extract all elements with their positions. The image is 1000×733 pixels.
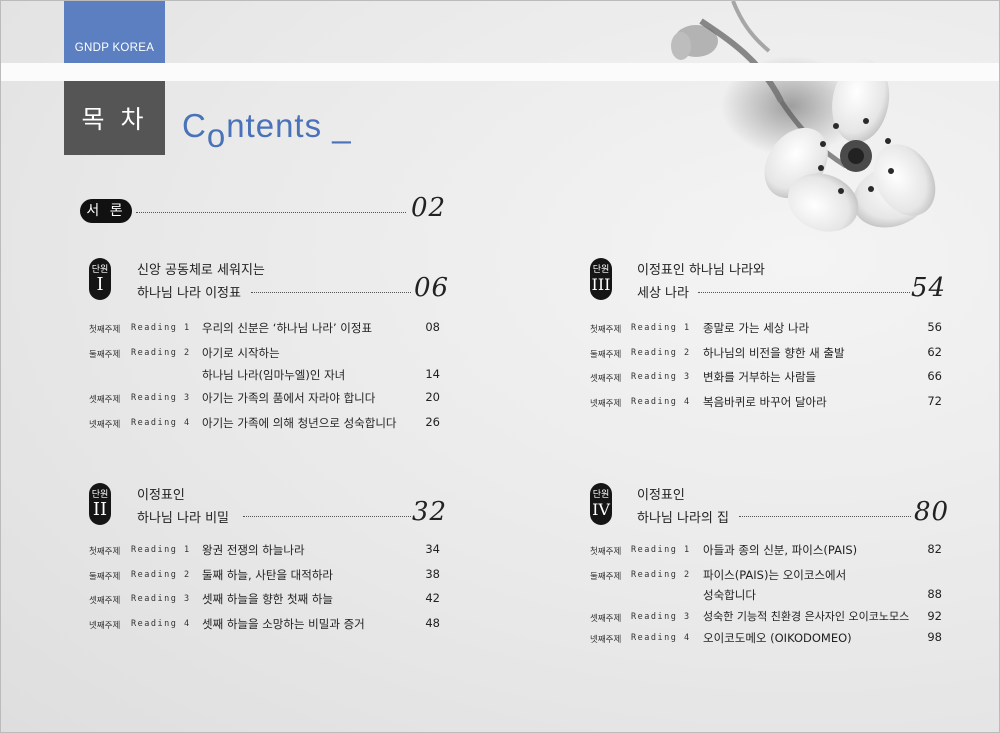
week-label: 둘째주제 — [89, 350, 121, 360]
week-label: 넷째주제 — [89, 420, 121, 430]
cherry-blossom-image — [671, 1, 936, 232]
topic-page: 82 — [927, 542, 942, 556]
topic-page: 66 — [927, 369, 942, 383]
topic-page: 98 — [927, 630, 942, 644]
topic-title: 셋째 하늘을 소망하는 비밀과 증거 — [202, 617, 365, 631]
unit-page-number: 54 — [911, 273, 947, 303]
contents-title: Contents _ — [182, 107, 352, 154]
unit-badge: 단원 III — [590, 258, 612, 300]
intro-page-number: 02 — [411, 193, 447, 223]
reading-label: Reading 4 — [631, 633, 691, 643]
reading-label: Reading 1 — [631, 545, 691, 555]
topic-page: 62 — [927, 345, 942, 359]
topic-title: 성숙한 기능적 친환경 은사자인 오이코노모스 — [703, 610, 910, 623]
unit-page-number: 06 — [414, 273, 450, 303]
unit-title: 이정표인 하나님 나라의 집 — [637, 488, 729, 526]
topic-title: 복음바퀴로 바꾸어 달아라 — [703, 395, 827, 409]
leader-dots — [243, 516, 411, 517]
reading-label: Reading 4 — [631, 397, 691, 407]
reading-label: Reading 3 — [631, 612, 691, 622]
week-label: 첫째주제 — [590, 325, 622, 335]
topic-page: 42 — [425, 591, 440, 605]
intro-label: 서 론 — [80, 199, 132, 223]
leader-dots — [251, 292, 411, 293]
topic-title: 왕권 전쟁의 하늘나라 — [202, 543, 305, 557]
topic-page: 56 — [927, 320, 942, 334]
header-band — [1, 63, 999, 81]
week-label: 둘째주제 — [590, 572, 622, 582]
week-label: 둘째주제 — [89, 572, 121, 582]
unit-title: 이정표인 하나님 나라와 세상 나라 — [637, 263, 765, 301]
week-label: 첫째주제 — [89, 547, 121, 557]
topic-page: 92 — [927, 609, 942, 623]
week-label: 넷째주제 — [89, 621, 121, 631]
brand-label: GNDP KOREA — [74, 42, 155, 54]
reading-label: Reading 2 — [631, 570, 691, 580]
unit-title: 신앙 공동체로 세워지는 하나님 나라 이정표 — [137, 263, 265, 301]
reading-label: Reading 4 — [131, 619, 191, 629]
reading-label: Reading 3 — [131, 594, 191, 604]
topic-title: 하나님 나라(임마누엘)인 자녀 — [202, 368, 346, 382]
unit-badge: 단원 II — [89, 483, 111, 525]
topic-title: 셋째 하늘을 향한 첫째 하늘 — [202, 592, 334, 606]
leader-dots — [136, 212, 406, 213]
unit-badge: 단원 IV — [590, 483, 612, 525]
unit-badge: 단원 I — [89, 258, 111, 300]
topic-page: 38 — [425, 567, 440, 581]
leader-dots — [698, 292, 910, 293]
brand-block — [64, 1, 165, 64]
topic-title: 아기는 가족에 의해 청년으로 성숙합니다 — [202, 416, 397, 430]
topic-title: 파이스(PAIS)는 오이코스에서 — [703, 568, 847, 582]
toc-page: GNDP KOREA 목 차 Contents _ 서 론 02 단원 I 신앙 … — [0, 0, 1000, 733]
reading-label: Reading 1 — [131, 545, 191, 555]
toc-label: 목 차 — [81, 105, 148, 134]
topic-title: 아기는 가족의 품에서 자라야 합니다 — [202, 391, 376, 405]
week-label: 셋째주제 — [89, 395, 121, 405]
reading-label: Reading 2 — [131, 348, 191, 358]
unit-title: 이정표인 하나님 나라 비밀 — [137, 488, 229, 526]
week-label: 넷째주제 — [590, 635, 622, 645]
unit-page-number: 80 — [914, 497, 950, 527]
topic-page: 34 — [425, 542, 440, 556]
topic-page: 72 — [927, 394, 942, 408]
topic-page: 88 — [927, 587, 942, 601]
week-label: 셋째주제 — [89, 596, 121, 606]
reading-label: Reading 2 — [631, 348, 691, 358]
week-label: 둘째주제 — [590, 350, 622, 360]
topic-title: 변화를 거부하는 사람들 — [703, 370, 817, 384]
topic-page: 20 — [425, 390, 440, 404]
reading-label: Reading 3 — [631, 372, 691, 382]
topic-title: 종말로 가는 세상 나라 — [703, 321, 810, 335]
reading-label: Reading 4 — [131, 418, 191, 428]
week-label: 셋째주제 — [590, 374, 622, 384]
reading-label: Reading 1 — [131, 323, 191, 333]
topic-title: 아들과 종의 신분, 파이스(PAIS) — [703, 543, 858, 557]
topic-page: 14 — [425, 367, 440, 381]
topic-title: 아기로 시작하는 — [202, 346, 280, 360]
week-label: 첫째주제 — [590, 547, 622, 557]
week-label: 넷째주제 — [590, 399, 622, 409]
topic-page: 48 — [425, 616, 440, 630]
topic-title: 우리의 신분은 ‘하나님 나라’ 이정표 — [202, 321, 373, 335]
week-label: 셋째주제 — [590, 614, 622, 624]
reading-label: Reading 3 — [131, 393, 191, 403]
reading-label: Reading 1 — [631, 323, 691, 333]
unit-page-number: 32 — [412, 497, 448, 527]
week-label: 첫째주제 — [89, 325, 121, 335]
topic-page: 26 — [425, 415, 440, 429]
topic-page: 08 — [425, 320, 440, 334]
reading-label: Reading 2 — [131, 570, 191, 580]
topic-title: 하나님의 비전을 향한 새 출발 — [703, 346, 845, 360]
topic-title: 오이코도메오 (OIKODOMEO) — [703, 631, 852, 645]
leader-dots — [739, 516, 911, 517]
topic-title: 성숙합니다 — [703, 588, 756, 602]
topic-title: 둘째 하늘, 사탄을 대적하라 — [202, 568, 334, 582]
